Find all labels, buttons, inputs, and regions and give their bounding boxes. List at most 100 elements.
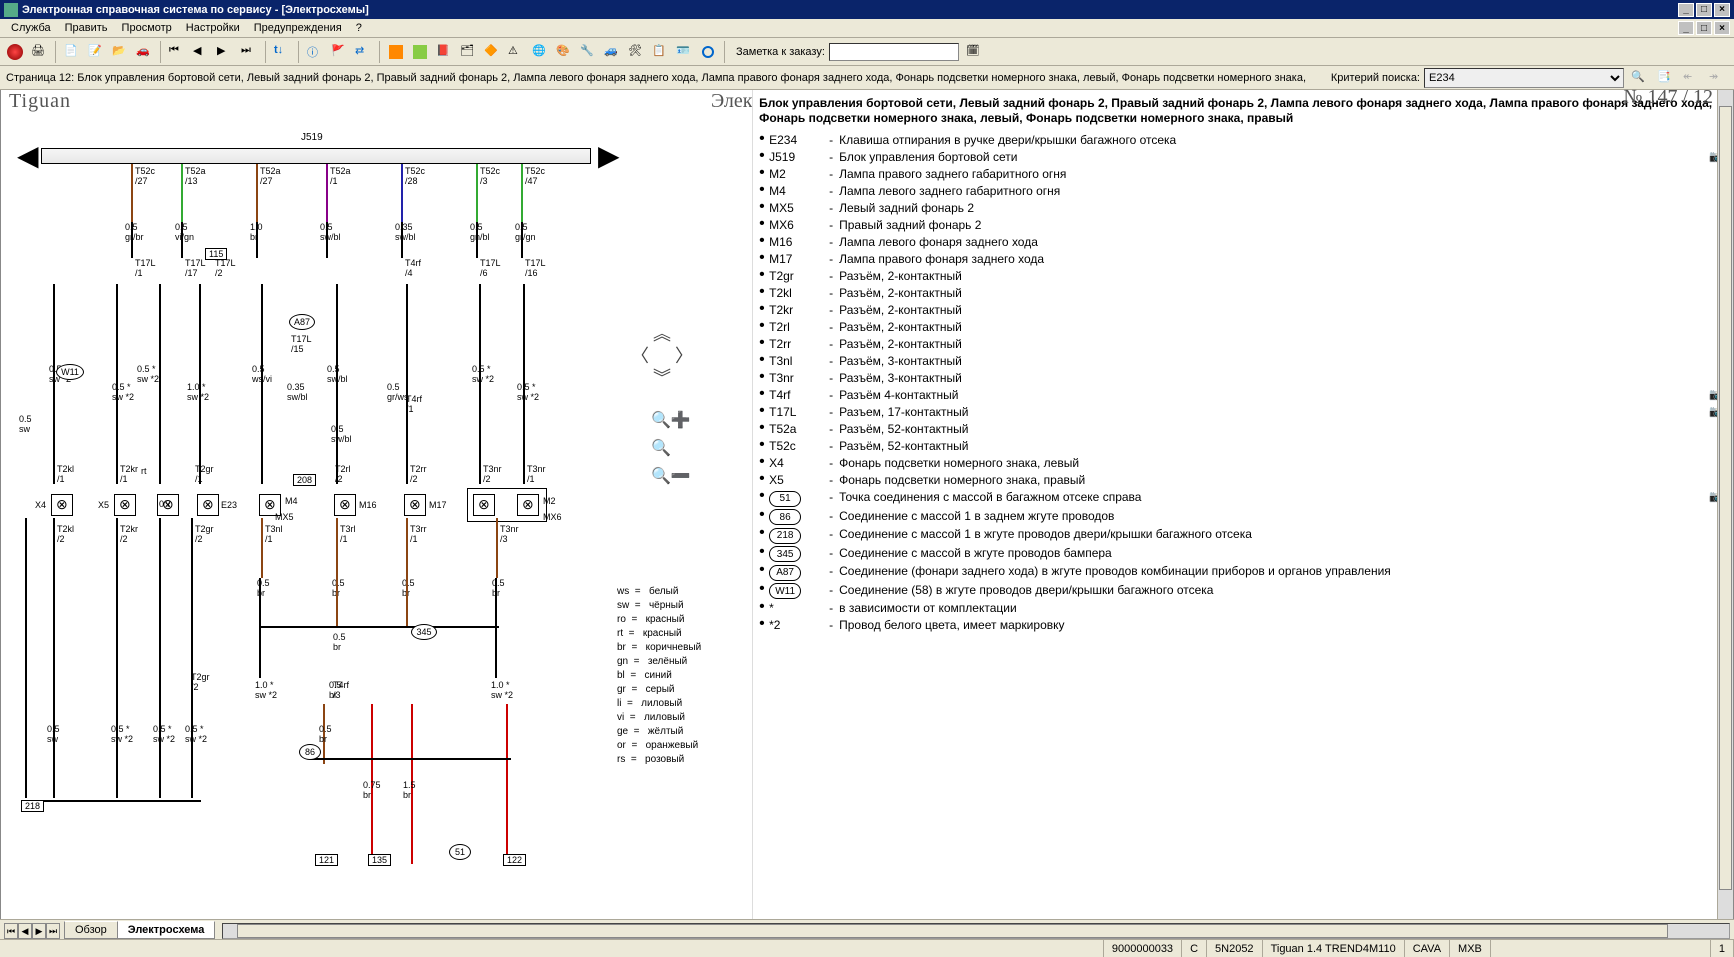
terminal-121[interactable]: 121 — [315, 854, 338, 866]
vehicle-button[interactable]: 🚗 — [133, 41, 155, 63]
terminal-122[interactable]: 122 — [503, 854, 526, 866]
order-note-browse-button[interactable]: 🗓 — [963, 41, 985, 63]
zoom-in-icon[interactable]: 🔍➕ — [651, 410, 691, 430]
nav-last-button[interactable]: ⏭ — [238, 41, 260, 63]
pan-down-icon[interactable]: ︾ — [653, 364, 671, 390]
schematic-canvas[interactable]: T52c/27T52a/13T52a/27T52a/1T52c/28T52c/3… — [11, 164, 731, 904]
info-row[interactable]: •A87-Соединение (фонари заднего хода) в … — [759, 563, 1723, 582]
menu-help[interactable]: ? — [349, 22, 369, 34]
info-row[interactable]: •T2kl-Разъём, 2-контактный — [759, 285, 1723, 302]
info-row[interactable]: •J519-Блок управления бортовой сети📷 — [759, 149, 1723, 166]
info-row[interactable]: •345-Соединение с массой в жгуте проводо… — [759, 545, 1723, 564]
info-row[interactable]: •X4-Фонарь подсветки номерного знака, ле… — [759, 455, 1723, 472]
tab-schematic[interactable]: Электросхема — [117, 921, 216, 939]
tool-button[interactable]: 🛠 — [625, 41, 647, 63]
pan-left-icon[interactable]: 〈 — [631, 342, 649, 368]
id-button[interactable]: 🪪 — [673, 41, 695, 63]
info-row[interactable]: •*2-Провод белого цвета, имеет маркировк… — [759, 617, 1723, 634]
lamp-symbol[interactable] — [197, 494, 219, 516]
menu-settings[interactable]: Настройки — [179, 22, 247, 34]
node-A87[interactable]: A87 — [289, 314, 315, 330]
close-button[interactable]: × — [1714, 3, 1730, 17]
nav-next-button[interactable]: ▶ — [214, 41, 236, 63]
info-row[interactable]: •T17L-Разъем, 17-контактный📷 — [759, 404, 1723, 421]
mdi-close-button[interactable]: × — [1714, 21, 1730, 35]
info-row[interactable]: •W11-Соединение (58) в жгуте проводов дв… — [759, 582, 1723, 601]
book-button[interactable]: 📕 — [433, 41, 455, 63]
stop-button[interactable] — [4, 41, 26, 63]
info-row[interactable]: •T4rf-Разъём 4-контактный📷 — [759, 387, 1723, 404]
edit-button[interactable]: 📝 — [85, 41, 107, 63]
info-row[interactable]: •X5-Фонарь подсветки номерного знака, пр… — [759, 472, 1723, 489]
mx6-box[interactable] — [467, 488, 547, 522]
search-criteria-select[interactable]: E234 — [1424, 68, 1624, 88]
info-row[interactable]: •T52c-Разъём, 52-контактный — [759, 438, 1723, 455]
terminal-208[interactable]: 208 — [293, 474, 316, 486]
info-row[interactable]: •MX5-Левый задний фонарь 2 — [759, 200, 1723, 217]
globe-button[interactable]: 🌐 — [529, 41, 551, 63]
info-row[interactable]: •T3nr-Разъём, 3-контактный — [759, 370, 1723, 387]
info-button[interactable]: ⓘ — [304, 41, 326, 63]
lamp-symbol[interactable] — [51, 494, 73, 516]
nav-first-button[interactable]: ⏮ — [166, 41, 188, 63]
info-row[interactable]: •86-Соединение с массой 1 в заднем жгуте… — [759, 508, 1723, 527]
nav-prev-button[interactable]: ◀ — [190, 41, 212, 63]
menu-service[interactable]: Служба — [4, 22, 58, 34]
sync-button[interactable]: ⇄ — [352, 41, 374, 63]
new-doc-button[interactable]: 📄 — [61, 41, 83, 63]
terminal-115[interactable]: 115 — [205, 248, 227, 260]
info-row[interactable]: •T2gr-Разъём, 2-контактный — [759, 268, 1723, 285]
flag-button[interactable]: 🚩 — [328, 41, 350, 63]
diag-button[interactable]: 🔶 — [481, 41, 503, 63]
pan-up-icon[interactable]: ︽ — [653, 320, 671, 346]
tab-overview[interactable]: Обзор — [64, 921, 118, 939]
node-345[interactable]: 345 — [411, 624, 437, 640]
open-button[interactable]: 📂 — [109, 41, 131, 63]
info-row[interactable]: •M16-Лампа левого фонаря заднего хода — [759, 234, 1723, 251]
minimize-button[interactable]: _ — [1678, 3, 1694, 17]
wrench-button[interactable]: 🔧 — [577, 41, 599, 63]
tree-button[interactable]: t↓ — [271, 41, 293, 63]
tab-scroll-first[interactable]: ⏮ — [4, 923, 18, 939]
info-row[interactable]: •MX6-Правый задний фонарь 2 — [759, 217, 1723, 234]
info-row[interactable]: •51-Точка соединения с массой в багажном… — [759, 489, 1723, 508]
mdi-maximize-button[interactable]: □ — [1696, 21, 1712, 35]
cards-button[interactable]: 🗂 — [457, 41, 479, 63]
terminal-135[interactable]: 135 — [368, 854, 391, 866]
info-row[interactable]: •T2rr-Разъём, 2-контактный — [759, 336, 1723, 353]
tab-scroll-next[interactable]: ▶ — [32, 923, 46, 939]
info-row[interactable]: •*-в зависимости от комплектации — [759, 600, 1723, 617]
zoom-out-icon[interactable]: 🔍➖ — [651, 466, 691, 486]
circle-button[interactable] — [697, 41, 719, 63]
node-W11[interactable]: W11 — [56, 364, 84, 380]
info-row[interactable]: •T2rl-Разъём, 2-контактный — [759, 319, 1723, 336]
info-row[interactable]: •T52a-Разъём, 52-контактный — [759, 421, 1723, 438]
info-row[interactable]: •T3nl-Разъём, 3-контактный — [759, 353, 1723, 370]
maximize-button[interactable]: □ — [1696, 3, 1712, 17]
terminal-218[interactable]: 218 — [21, 800, 44, 812]
sched-button[interactable]: 📋 — [649, 41, 671, 63]
j519-module-box[interactable] — [41, 148, 591, 164]
lamp-symbol[interactable] — [334, 494, 356, 516]
info-row[interactable]: •M4-Лампа левого заднего габаритного огн… — [759, 183, 1723, 200]
node-51[interactable]: 51 — [449, 844, 471, 860]
info-row[interactable]: •218-Соединение с массой 1 в жгуте прово… — [759, 526, 1723, 545]
horizontal-scrollbar[interactable] — [222, 923, 1730, 939]
menu-view[interactable]: Просмотр — [115, 22, 179, 34]
vertical-scrollbar[interactable] — [1717, 90, 1733, 924]
lamp-symbol[interactable] — [404, 494, 426, 516]
info-row[interactable]: •M2-Лампа правого заднего габаритного ог… — [759, 166, 1723, 183]
menu-warnings[interactable]: Предупреждения — [247, 22, 349, 34]
print-button[interactable]: 🖨 — [28, 41, 50, 63]
info-row[interactable]: •M17-Лампа правого фонаря заднего хода — [759, 251, 1723, 268]
info-row[interactable]: •T2kr-Разъём, 2-контактный — [759, 302, 1723, 319]
tab-scroll-last[interactable]: ⏭ — [46, 923, 60, 939]
zoom-reset-icon[interactable]: 🔍 — [651, 438, 691, 458]
node-86[interactable]: 86 — [299, 744, 321, 760]
grid2-button[interactable] — [409, 41, 431, 63]
order-note-input[interactable] — [829, 43, 959, 61]
pan-right-icon[interactable]: 〉 — [675, 342, 693, 368]
mdi-minimize-button[interactable]: _ — [1678, 21, 1694, 35]
paint-button[interactable]: 🎨 — [553, 41, 575, 63]
car2-button[interactable]: 🚙 — [601, 41, 623, 63]
